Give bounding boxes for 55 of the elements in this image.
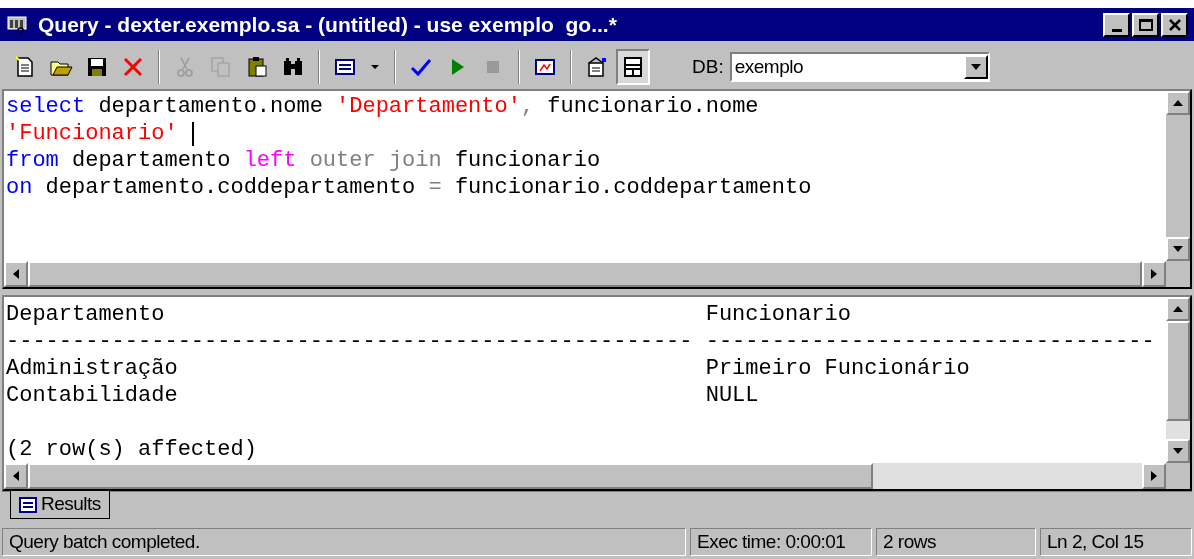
code-token: select xyxy=(6,93,86,120)
query-editor[interactable]: select departamento.nome 'Departamento', funcionario.nome 'Funcionario' from departamento left outer join funcionario on departamento.coddepartamento = funcionario.coddepartamento xyxy=(2,89,1192,289)
status-text: Query batch completed. xyxy=(2,528,686,556)
code-token: , xyxy=(520,93,535,120)
horizontal-scrollbar[interactable] xyxy=(4,261,1190,287)
dropdown-arrow-icon xyxy=(970,64,981,70)
right-arrow-icon xyxy=(1151,269,1157,279)
up-arrow-icon xyxy=(1173,306,1183,312)
clipboard-icon xyxy=(245,55,269,79)
horizontal-scrollbar[interactable] xyxy=(4,463,1190,489)
left-arrow-icon xyxy=(13,471,19,481)
left-arrow-icon xyxy=(13,269,19,279)
dropdown-arrow-icon xyxy=(371,65,379,69)
status-text: 2 rows xyxy=(876,528,1036,556)
x-mark-icon xyxy=(121,55,145,79)
result-line: Administração Primeiro Funcionário xyxy=(6,356,970,381)
code-token: departamento xyxy=(71,147,232,174)
code-token: funcionario xyxy=(453,147,601,174)
scrollbar-corner xyxy=(1166,463,1190,489)
code-token: outer join xyxy=(308,147,442,174)
up-arrow-icon xyxy=(1173,100,1183,106)
status-text: Exec time: 0:00:01 xyxy=(690,528,872,556)
split-panes-icon xyxy=(621,55,645,79)
close-icon xyxy=(1167,18,1182,31)
property-sheet-icon xyxy=(585,55,609,79)
code-token: left xyxy=(243,147,297,174)
code-token: funcionario.coddepartamento xyxy=(453,174,812,201)
code-token: funcionario.nome xyxy=(546,93,759,120)
code-token: departamento.coddepartamento xyxy=(44,174,417,201)
vertical-scrollbar[interactable] xyxy=(1166,91,1190,261)
window-title: Query - dexter.exemplo.sa - (untitled) - use exemplo go...* xyxy=(38,11,618,38)
vertical-scrollbar[interactable] xyxy=(1166,297,1190,463)
code-token: 'Funcionario' xyxy=(6,120,178,147)
result-line: Contabilidade NULL xyxy=(6,383,759,408)
result-line: ---------------------------------------------------- ---------------------------------- xyxy=(6,329,1155,354)
code-token: 'Departamento' xyxy=(336,93,521,120)
code-token: on xyxy=(6,174,33,201)
right-arrow-icon xyxy=(1151,471,1157,481)
code-token: = xyxy=(428,174,442,201)
text-lines-icon xyxy=(19,496,37,513)
status-text: Ln 2, Col 15 xyxy=(1040,528,1192,556)
results-tab[interactable]: Results xyxy=(10,491,110,519)
database-dropdown[interactable]: exemplo xyxy=(729,52,990,82)
result-line: Departamento Funcionario xyxy=(6,302,851,327)
minimize-button[interactable] xyxy=(1103,12,1130,37)
code-token: from xyxy=(6,147,59,174)
maximize-button[interactable] xyxy=(1132,12,1159,37)
copy-pages-icon xyxy=(209,55,233,79)
db-label: DB: xyxy=(692,54,724,79)
down-arrow-icon xyxy=(1173,246,1183,252)
close-button[interactable] xyxy=(1161,12,1188,37)
toolbar-button[interactable] xyxy=(616,49,650,85)
rows-affected-message: (2 row(s) affected) xyxy=(6,437,257,462)
down-arrow-icon xyxy=(1173,448,1183,454)
code-token: departamento.nome xyxy=(97,93,324,120)
